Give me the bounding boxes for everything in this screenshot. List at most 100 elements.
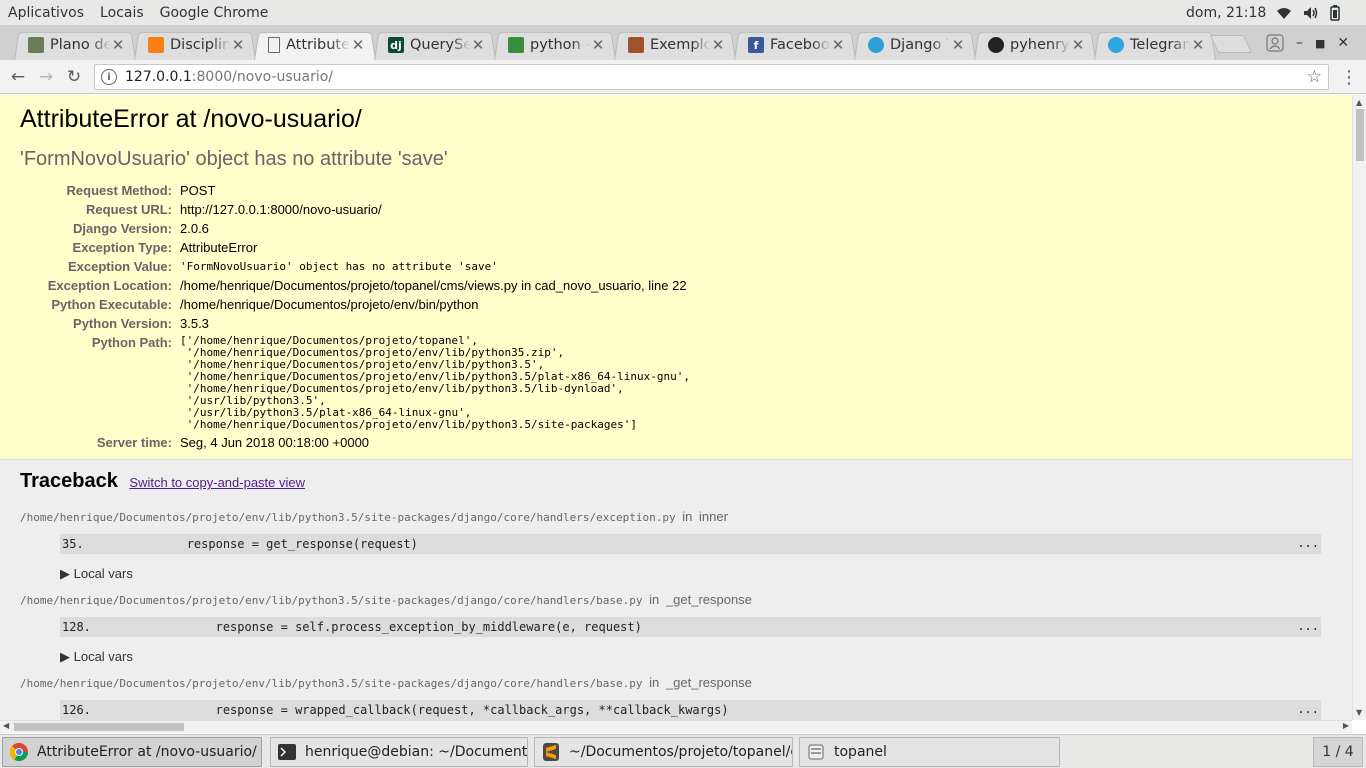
tab-close-icon[interactable]: ✕ [1190, 36, 1206, 54]
expand-context-dots[interactable]: ... [1297, 619, 1319, 633]
tab-close-icon[interactable]: ✕ [350, 36, 366, 54]
taskbar-item-label: topanel [834, 744, 887, 760]
tab-facebook[interactable]: f Facebook✕ [734, 30, 856, 60]
meta-value: /home/henrique/Documentos/projeto/env/bi… [180, 297, 479, 312]
tab-pony[interactable]: Django T ✕ [854, 30, 976, 60]
bookmark-star-icon[interactable]: ☆ [1307, 67, 1322, 87]
context-line[interactable]: 35. response = get_response(request)... [60, 534, 1321, 554]
stackoverflow-favicon-icon [508, 37, 524, 53]
horizontal-scroll-thumb[interactable] [14, 723, 184, 731]
sublime-icon [541, 742, 561, 762]
maximize-icon[interactable]: ■ [1315, 37, 1325, 50]
local-vars-toggle[interactable]: ▶ Local vars [60, 566, 1332, 582]
facebook-favicon-icon: f [748, 37, 764, 53]
tab-close-icon[interactable]: ✕ [710, 36, 726, 54]
context-line[interactable]: 126. response = wrapped_callback(request… [60, 700, 1321, 720]
tab-close-icon[interactable]: ✕ [230, 36, 246, 54]
meta-row: Server time: Seg, 4 Jun 2018 00:18:00 +00… [20, 433, 690, 452]
traceback-frame: /home/henrique/Documentos/projeto/env/li… [20, 675, 1332, 720]
system-tray[interactable] [1276, 0, 1340, 26]
github-favicon-icon [988, 37, 1004, 53]
taskbar-item[interactable]: henrique@debian: ~/Documentos/pr... [270, 737, 528, 767]
request-meta-table: Request Method: POST Request URL: http://12… [20, 181, 690, 452]
tab-close-icon[interactable]: ✕ [1070, 36, 1086, 54]
tab-moodle[interactable]: Disciplina✕ [134, 30, 256, 60]
tab-document[interactable]: Attribute ✕ [254, 30, 376, 60]
places-menu[interactable]: Locais [92, 0, 152, 26]
site-info-icon[interactable]: i [101, 69, 117, 85]
terminal-icon [277, 742, 297, 762]
chrome-menu-icon[interactable]: ⋮ [1340, 65, 1358, 89]
profile-icon[interactable] [1266, 34, 1284, 52]
meta-value: http://127.0.0.1:8000/novo-usuario/ [180, 202, 382, 217]
meta-row: Python Executable: /home/henrique/Documen… [20, 295, 690, 314]
meta-row: Python Path: ['/home/henrique/Documentos/… [20, 333, 690, 433]
horizontal-scrollbar[interactable]: ◀ ▶ [0, 720, 1352, 733]
battery-icon [1330, 5, 1340, 21]
tab-stackoverflow[interactable]: python - ✕ [494, 30, 616, 60]
address-bar[interactable]: i 127.0.0.1:8000/novo-usuario/ ☆ [94, 64, 1329, 90]
back-icon[interactable]: ← [6, 65, 30, 89]
tab-label: QuerySet [410, 37, 470, 53]
frame-function: _get_response [665, 675, 752, 690]
line-number: 35. [62, 537, 84, 551]
scroll-down-icon[interactable]: ▼ [1356, 708, 1362, 717]
image-favicon-icon [628, 37, 644, 53]
tab-close-icon[interactable]: ✕ [830, 36, 846, 54]
switch-view-link[interactable]: Switch to copy-and-paste view [129, 475, 305, 490]
applications-menu[interactable]: Aplicativos [0, 0, 92, 26]
meta-row: Python Version: 3.5.3 [20, 314, 690, 333]
meta-value: 3.5.3 [180, 316, 209, 331]
scroll-right-icon[interactable]: ▶ [1343, 721, 1349, 730]
traceback-frame: /home/henrique/Documentos/projeto/env/li… [20, 592, 1332, 665]
forward-icon[interactable]: → [34, 65, 58, 89]
vertical-scrollbar[interactable]: ▲ ▼ [1352, 95, 1366, 720]
tab-book[interactable]: Plano de ✕ [14, 30, 136, 60]
taskbar-item[interactable]: ~/Documentos/projeto/topanel/cms... [534, 737, 793, 767]
document-favicon-icon [268, 37, 280, 53]
frame-function: inner [699, 509, 728, 524]
meta-row: Exception Location: /home/henrique/Docume… [20, 276, 690, 295]
tab-close-icon[interactable]: ✕ [470, 36, 486, 54]
error-title: AttributeError at /novo-usuario/ [20, 105, 362, 133]
reload-icon[interactable]: ↻ [62, 65, 86, 89]
traceback-frame: /home/henrique/Documentos/projeto/env/li… [20, 509, 1332, 582]
meta-value: 'FormNovoUsuario' object has no attribut… [180, 260, 498, 273]
taskbar-item[interactable]: AttributeError at /novo-usuario/ - G... [2, 737, 262, 767]
clock[interactable]: dom, 21:18 [1186, 0, 1266, 26]
scroll-left-icon[interactable]: ◀ [3, 721, 9, 730]
address-path: :8000/novo-usuario/ [191, 69, 334, 85]
top-panel: Aplicativos Locais Google Chrome dom, 21… [0, 0, 1366, 26]
local-vars-toggle[interactable]: ▶ Local vars [60, 649, 1332, 665]
line-number: 126. [62, 703, 91, 717]
close-window-icon[interactable]: ✕ [1337, 35, 1349, 51]
vertical-scroll-thumb[interactable] [1356, 109, 1364, 161]
tab-close-icon[interactable]: ✕ [950, 36, 966, 54]
tab-image[interactable]: Exemplo ✕ [614, 30, 736, 60]
taskbar-item[interactable]: topanel [799, 737, 1060, 767]
meta-label: Python Version: [73, 316, 172, 331]
tab-django[interactable]: dj QuerySet✕ [374, 30, 496, 60]
frame-location: /home/henrique/Documentos/projeto/env/li… [20, 675, 1332, 690]
context-line[interactable]: 128. response = self.process_exception_b… [60, 617, 1321, 637]
scroll-up-icon[interactable]: ▲ [1356, 98, 1362, 107]
tab-github[interactable]: pyhenry/✕ [974, 30, 1096, 60]
meta-row: Exception Value: 'FormNovoUsuario' object… [20, 257, 690, 276]
meta-value-cell: ['/home/henrique/Documentos/projeto/topa… [180, 333, 690, 433]
meta-label: Request Method: [66, 183, 172, 198]
tab-telegram[interactable]: Telegram ✕ [1094, 30, 1216, 60]
meta-value: AttributeError [180, 240, 258, 255]
traceback-section: Traceback Switch to copy-and-paste view … [0, 460, 1352, 720]
page-content: AttributeError at /novo-usuario/ 'FormNo… [0, 95, 1352, 720]
app-menu[interactable]: Google Chrome [152, 0, 277, 26]
workspace-indicator[interactable]: 1 / 4 [1313, 737, 1363, 767]
expand-context-dots[interactable]: ... [1297, 702, 1319, 716]
frame-in-word: in [649, 675, 660, 690]
tab-label: pyhenry/ [1010, 37, 1070, 53]
tab-close-icon[interactable]: ✕ [110, 36, 126, 54]
chrome-icon [9, 742, 29, 762]
minimize-icon[interactable]: – [1296, 35, 1303, 51]
expand-context-dots[interactable]: ... [1297, 536, 1319, 550]
meta-value: Seg, 4 Jun 2018 00:18:00 +0000 [180, 435, 370, 450]
tab-close-icon[interactable]: ✕ [590, 36, 606, 54]
